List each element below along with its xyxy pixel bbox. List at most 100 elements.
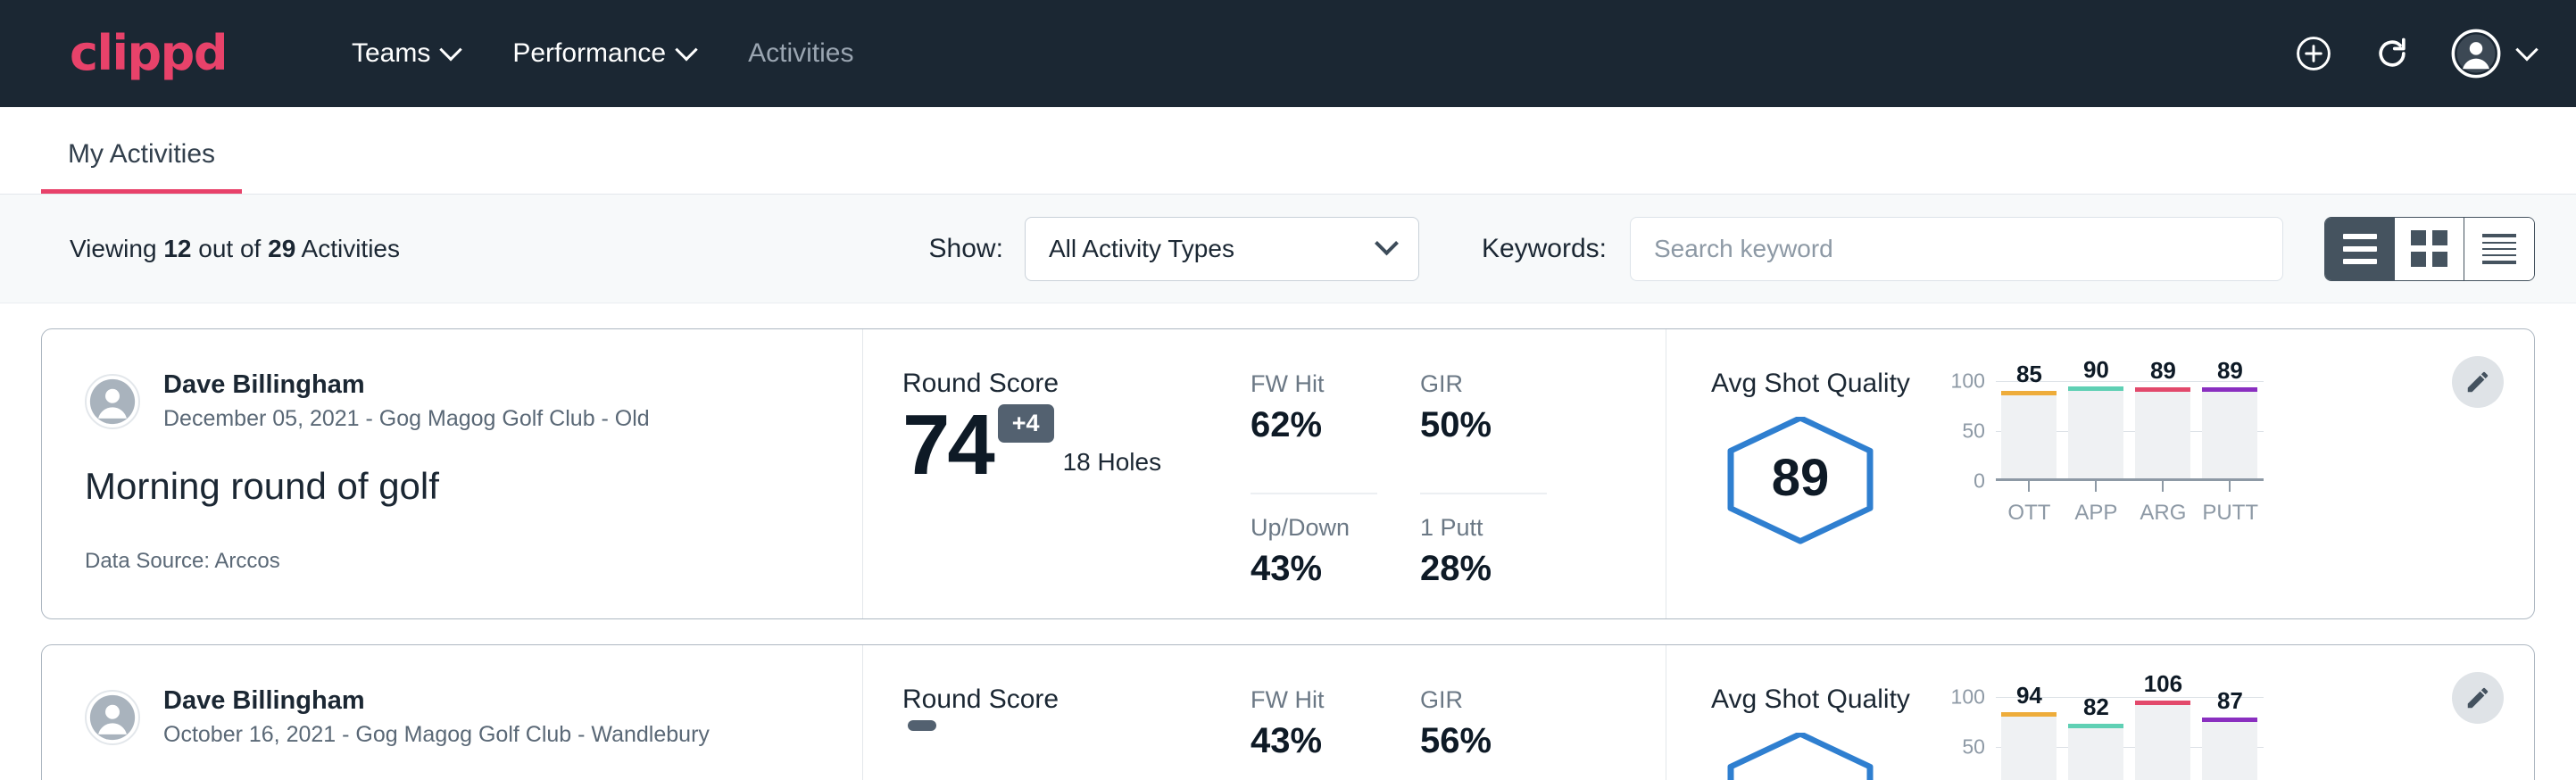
bar-arg[interactable]: 89: [2135, 381, 2190, 478]
nav-item-activities[interactable]: Activities: [721, 29, 880, 78]
holes-label: 18 Holes: [1063, 448, 1162, 477]
nav-item-performance[interactable]: Performance: [486, 29, 721, 78]
author-name: Dave Billingham: [163, 685, 710, 718]
view-toggle-group: [2324, 217, 2535, 281]
main-nav: Teams Performance Activities: [325, 29, 880, 78]
activity-title: Morning round of golf: [85, 465, 862, 508]
tab-bar: My Activities: [0, 107, 2576, 195]
activity-scores: Round Score FW Hit 43% GIR 56%: [863, 645, 1666, 780]
chart-bars: 85 90: [1996, 381, 2264, 478]
y-tick-50: 50: [1962, 419, 1985, 444]
bar-ott[interactable]: 94: [2001, 697, 2057, 780]
chart-bars: 94 82 106 8: [1996, 697, 2264, 780]
nav-item-teams[interactable]: Teams: [325, 29, 486, 78]
account-avatar-icon[interactable]: [2451, 29, 2501, 79]
bar-putt[interactable]: 89: [2202, 381, 2257, 478]
stat-up-down: Up/Down 43%: [1251, 514, 1377, 618]
viewing-suffix: Activities: [302, 235, 400, 262]
stat-value: 43%: [1251, 549, 1377, 589]
activity-card[interactable]: Dave Billingham October 16, 2021 - Gog M…: [41, 644, 2535, 780]
stat-grid: FW Hit 43% GIR 56%: [1251, 685, 1547, 780]
filter-bar: Viewing 12 out of 29 Activities Show: Al…: [0, 195, 2576, 303]
activity-type-value: All Activity Types: [1049, 235, 1234, 263]
y-tick-100: 100: [1951, 369, 1985, 394]
round-score-label: Round Score: [902, 369, 1251, 399]
bar-cap: [2202, 718, 2257, 722]
x-tick: [2202, 481, 2257, 492]
score-delta-badge: [908, 720, 936, 731]
activity-summary: Dave Billingham October 16, 2021 - Gog M…: [42, 645, 863, 780]
activity-author: Dave Billingham October 16, 2021 - Gog M…: [85, 685, 862, 751]
activity-meta: December 05, 2021 - Gog Magog Golf Club …: [163, 402, 650, 435]
chevron-down-icon: [675, 38, 697, 61]
pencil-icon: [2464, 685, 2491, 711]
activity-data-source: Data Source: Arccos: [85, 549, 862, 574]
activity-summary: Dave Billingham December 05, 2021 - Gog …: [42, 329, 863, 618]
stat-label: FW Hit: [1251, 370, 1377, 398]
y-tick-50: 50: [1962, 735, 1985, 759]
stat-fw-hit: FW Hit 43%: [1251, 686, 1377, 780]
edit-activity-button[interactable]: [2452, 356, 2504, 408]
bar-cap: [2135, 387, 2190, 392]
x-tick: [2001, 481, 2057, 492]
stat-label: GIR: [1420, 686, 1547, 714]
navbar-actions: [2294, 29, 2535, 79]
activity-meta: October 16, 2021 - Gog Magog Golf Club -…: [163, 718, 710, 751]
avg-shot-quality-block: Avg Shot Quality 100 50 0: [1666, 645, 2534, 780]
y-tick-0: 0: [1974, 469, 1985, 494]
bar-app[interactable]: 82: [2068, 697, 2123, 780]
search-input[interactable]: [1630, 217, 2283, 281]
tab-label: My Activities: [68, 139, 215, 169]
avatar: [85, 374, 140, 429]
bar-app[interactable]: 90: [2068, 381, 2123, 478]
stat-gir: GIR 50%: [1420, 370, 1547, 494]
stat-value: 50%: [1420, 405, 1547, 445]
refresh-icon[interactable]: [2372, 34, 2412, 73]
bar-value: 82: [2068, 693, 2123, 721]
stat-value: 28%: [1420, 549, 1547, 589]
activity-type-select[interactable]: All Activity Types: [1025, 217, 1419, 281]
stat-grid: FW Hit 62% GIR 50% Up/Down 43% 1 Putt 28…: [1251, 369, 1547, 618]
stat-label: GIR: [1420, 370, 1547, 398]
edit-activity-button[interactable]: [2452, 672, 2504, 724]
bar-value: 85: [2001, 361, 2057, 388]
round-score-value: 74: [902, 404, 993, 485]
stat-value: 62%: [1251, 405, 1377, 445]
account-menu[interactable]: [2451, 29, 2535, 79]
stat-value: 43%: [1251, 721, 1377, 761]
chevron-down-icon: [1375, 231, 1399, 255]
viewing-count: 12: [163, 235, 191, 262]
bar-value: 106: [2135, 670, 2190, 698]
grid-icon: [2411, 230, 2447, 267]
stat-label: Up/Down: [1251, 514, 1377, 542]
view-toggle-detail[interactable]: [2464, 218, 2534, 280]
round-score-block: Round Score: [902, 685, 1251, 780]
activity-card[interactable]: Dave Billingham December 05, 2021 - Gog …: [41, 328, 2535, 619]
avg-shot-quality-block: Avg Shot Quality 89 100 50 0: [1666, 329, 2534, 618]
bar-value: 94: [2001, 682, 2057, 709]
shot-quality-value: 89: [1772, 449, 1830, 507]
bar-ott[interactable]: 85: [2001, 381, 2057, 478]
chart-y-axis: 100 50 0: [1937, 381, 1985, 481]
pencil-icon: [2464, 369, 2491, 395]
clippd-logo[interactable]: clippd: [70, 29, 227, 78]
stat-value: 56%: [1420, 721, 1547, 761]
chart-plot-area: 94 82 106 8: [1996, 697, 2264, 780]
x-label-putt: PUTT: [2202, 501, 2257, 526]
chevron-down-icon: [440, 38, 462, 61]
bar-arg[interactable]: 106: [2135, 697, 2190, 780]
viewing-summary: Viewing 12 out of 29 Activities: [70, 235, 400, 263]
shot-quality-chart: 100 50 0 94: [1937, 685, 2264, 780]
avatar: [85, 690, 140, 745]
round-score-label: Round Score: [902, 685, 1251, 715]
view-toggle-list[interactable]: [2325, 218, 2395, 280]
bar-putt[interactable]: 87: [2202, 697, 2257, 780]
activity-scores: Round Score 74 +4 18 Holes FW Hit 62% GI…: [863, 329, 1666, 618]
add-circle-icon[interactable]: [2294, 34, 2333, 73]
list-icon: [2343, 234, 2377, 264]
activity-list: Dave Billingham December 05, 2021 - Gog …: [0, 303, 2576, 780]
nav-label-performance: Performance: [512, 38, 666, 69]
viewing-total: 29: [268, 235, 295, 262]
tab-my-activities[interactable]: My Activities: [41, 139, 242, 194]
view-toggle-grid[interactable]: [2395, 218, 2464, 280]
